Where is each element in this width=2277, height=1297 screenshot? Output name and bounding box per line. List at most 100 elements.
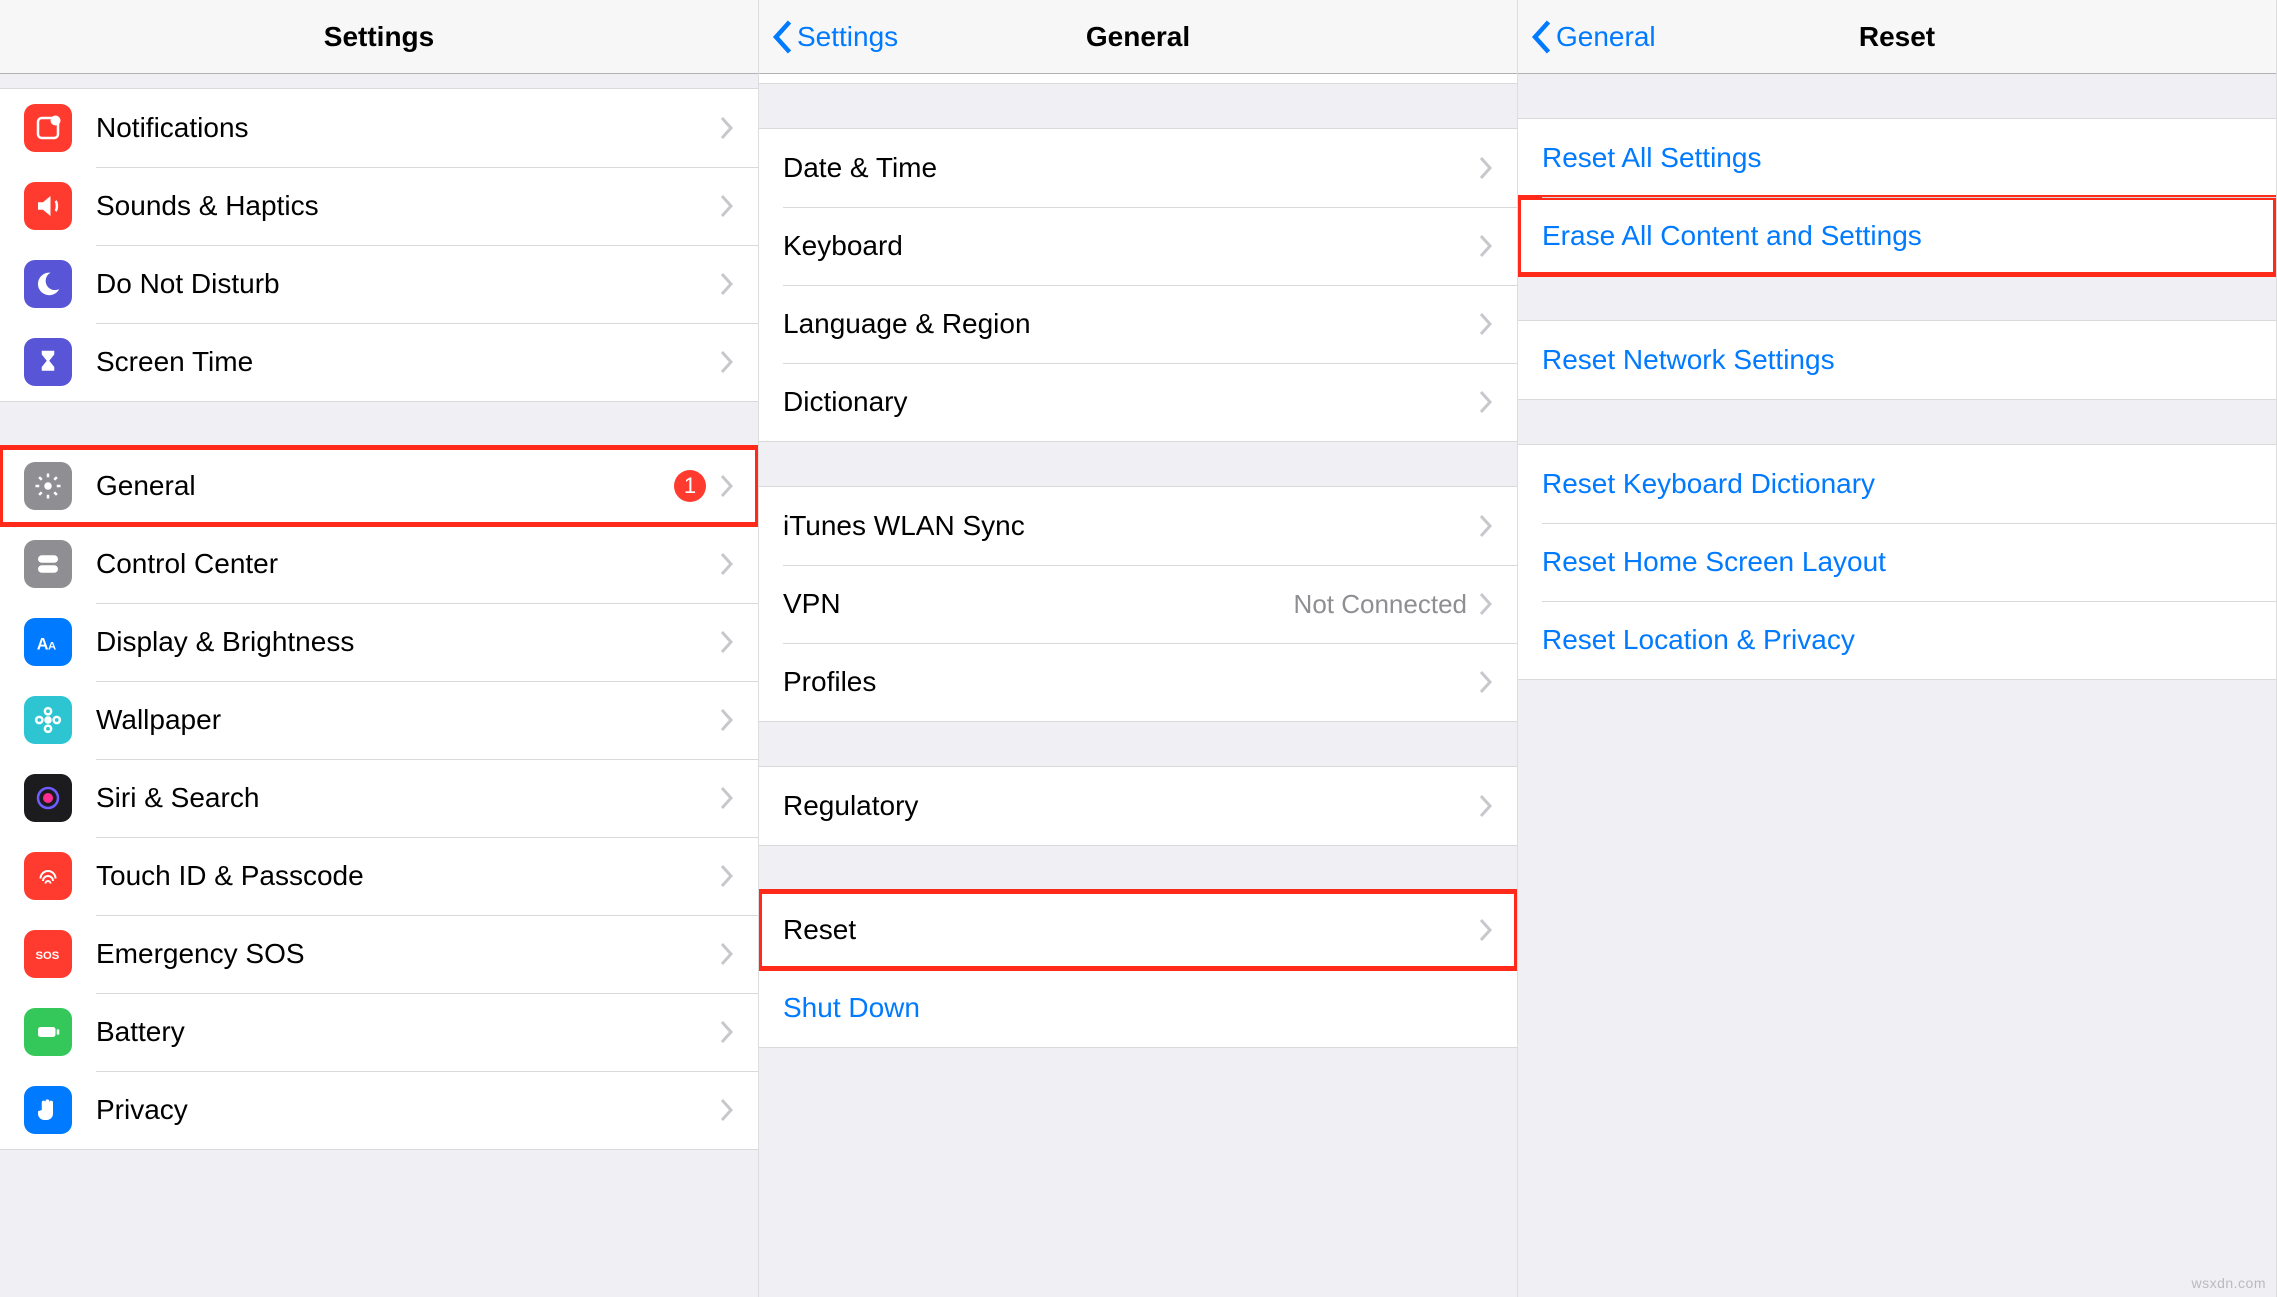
navbar: General Reset: [1518, 0, 2276, 74]
chevron-right-icon: [720, 630, 734, 654]
hand-icon: [24, 1086, 72, 1134]
row-keyboard[interactable]: Keyboard: [759, 207, 1517, 285]
settings-content[interactable]: Notifications Sounds & Haptics Do Not Di…: [0, 74, 758, 1297]
row-label: Language & Region: [783, 308, 1479, 340]
row-partial[interactable]: [759, 74, 1517, 83]
row-label: Date & Time: [783, 152, 1479, 184]
back-button[interactable]: General: [1530, 0, 1656, 73]
row-regulatory[interactable]: Regulatory: [759, 767, 1517, 845]
row-control-center[interactable]: Control Center: [0, 525, 758, 603]
row-reset-home[interactable]: Reset Home Screen Layout: [1518, 523, 2276, 601]
row-reset-network[interactable]: Reset Network Settings: [1518, 321, 2276, 399]
row-language[interactable]: Language & Region: [759, 285, 1517, 363]
general-group-b: iTunes WLAN Sync VPN Not Connected Profi…: [759, 486, 1517, 722]
row-dnd[interactable]: Do Not Disturb: [0, 245, 758, 323]
row-label: Dictionary: [783, 386, 1479, 418]
row-screentime[interactable]: Screen Time: [0, 323, 758, 401]
chevron-right-icon: [720, 942, 734, 966]
chevron-right-icon: [720, 786, 734, 810]
row-vpn[interactable]: VPN Not Connected: [759, 565, 1517, 643]
sos-icon: SOS: [24, 930, 72, 978]
row-reset-keyboard-dict[interactable]: Reset Keyboard Dictionary: [1518, 445, 2276, 523]
row-label: Emergency SOS: [96, 938, 720, 970]
row-itunes-sync[interactable]: iTunes WLAN Sync: [759, 487, 1517, 565]
row-label: Wallpaper: [96, 704, 720, 736]
row-profiles[interactable]: Profiles: [759, 643, 1517, 721]
chevron-right-icon: [720, 194, 734, 218]
row-label: Control Center: [96, 548, 720, 580]
row-date-time[interactable]: Date & Time: [759, 129, 1517, 207]
row-reset[interactable]: Reset: [759, 891, 1517, 969]
row-shutdown[interactable]: Shut Down: [759, 969, 1517, 1047]
chevron-right-icon: [1479, 592, 1493, 616]
notifications-icon: [24, 104, 72, 152]
page-title: Settings: [324, 21, 434, 53]
reset-content[interactable]: Reset All Settings Erase All Content and…: [1518, 74, 2276, 1297]
chevron-right-icon: [1479, 514, 1493, 538]
chevron-right-icon: [720, 552, 734, 576]
row-reset-location[interactable]: Reset Location & Privacy: [1518, 601, 2276, 679]
row-wallpaper[interactable]: Wallpaper: [0, 681, 758, 759]
toggles-icon: [24, 540, 72, 588]
row-label: Privacy: [96, 1094, 720, 1126]
chevron-right-icon: [720, 864, 734, 888]
text-size-icon: AA: [24, 618, 72, 666]
row-label: Reset Keyboard Dictionary: [1542, 468, 2252, 500]
row-privacy[interactable]: Privacy: [0, 1071, 758, 1149]
row-label: Screen Time: [96, 346, 720, 378]
row-general[interactable]: General 1: [0, 447, 758, 525]
chevron-right-icon: [720, 1020, 734, 1044]
row-reset-all[interactable]: Reset All Settings: [1518, 119, 2276, 197]
reset-group-b: Reset Network Settings: [1518, 320, 2276, 400]
chevron-right-icon: [1479, 156, 1493, 180]
row-siri[interactable]: Siri & Search: [0, 759, 758, 837]
row-label: Notifications: [96, 112, 720, 144]
row-label: Battery: [96, 1016, 720, 1048]
row-label: Keyboard: [783, 230, 1479, 262]
siri-icon: [24, 774, 72, 822]
chevron-right-icon: [720, 350, 734, 374]
row-sos[interactable]: SOS Emergency SOS: [0, 915, 758, 993]
reset-group-a: Reset All Settings Erase All Content and…: [1518, 118, 2276, 276]
general-group-c: Regulatory: [759, 766, 1517, 846]
row-dictionary[interactable]: Dictionary: [759, 363, 1517, 441]
settings-panel: Settings Notifications Sounds & Haptics …: [0, 0, 759, 1297]
row-sounds[interactable]: Sounds & Haptics: [0, 167, 758, 245]
chevron-right-icon: [1479, 670, 1493, 694]
general-group-a: Date & Time Keyboard Language & Region D…: [759, 128, 1517, 442]
row-detail: Not Connected: [1294, 589, 1467, 620]
navbar: Settings: [0, 0, 758, 74]
row-battery[interactable]: Battery: [0, 993, 758, 1071]
svg-text:SOS: SOS: [36, 950, 60, 962]
row-label: Sounds & Haptics: [96, 190, 720, 222]
page-title: General: [1086, 21, 1190, 53]
general-group-top: [759, 74, 1517, 84]
row-display[interactable]: AA Display & Brightness: [0, 603, 758, 681]
row-label: iTunes WLAN Sync: [783, 510, 1479, 542]
row-label: Siri & Search: [96, 782, 720, 814]
chevron-right-icon: [720, 708, 734, 732]
row-erase-all[interactable]: Erase All Content and Settings: [1518, 197, 2276, 275]
general-content[interactable]: Date & Time Keyboard Language & Region D…: [759, 74, 1517, 1297]
settings-group-1: Notifications Sounds & Haptics Do Not Di…: [0, 88, 758, 402]
row-label: Do Not Disturb: [96, 268, 720, 300]
navbar: Settings General: [759, 0, 1517, 74]
chevron-left-icon: [1530, 19, 1552, 55]
back-button[interactable]: Settings: [771, 0, 898, 73]
back-label: Settings: [797, 21, 898, 53]
row-label: VPN: [783, 588, 1294, 620]
row-label: Shut Down: [783, 992, 1493, 1024]
chevron-right-icon: [1479, 794, 1493, 818]
row-touchid[interactable]: Touch ID & Passcode: [0, 837, 758, 915]
chevron-right-icon: [1479, 390, 1493, 414]
row-notifications[interactable]: Notifications: [0, 89, 758, 167]
row-label: Reset Home Screen Layout: [1542, 546, 2252, 578]
row-label: Regulatory: [783, 790, 1479, 822]
chevron-right-icon: [1479, 234, 1493, 258]
hourglass-icon: [24, 338, 72, 386]
reset-group-c: Reset Keyboard Dictionary Reset Home Scr…: [1518, 444, 2276, 680]
flower-icon: [24, 696, 72, 744]
settings-group-2: General 1 Control Center AA Display & Br…: [0, 446, 758, 1150]
row-label: Reset Network Settings: [1542, 344, 2252, 376]
row-label: Display & Brightness: [96, 626, 720, 658]
